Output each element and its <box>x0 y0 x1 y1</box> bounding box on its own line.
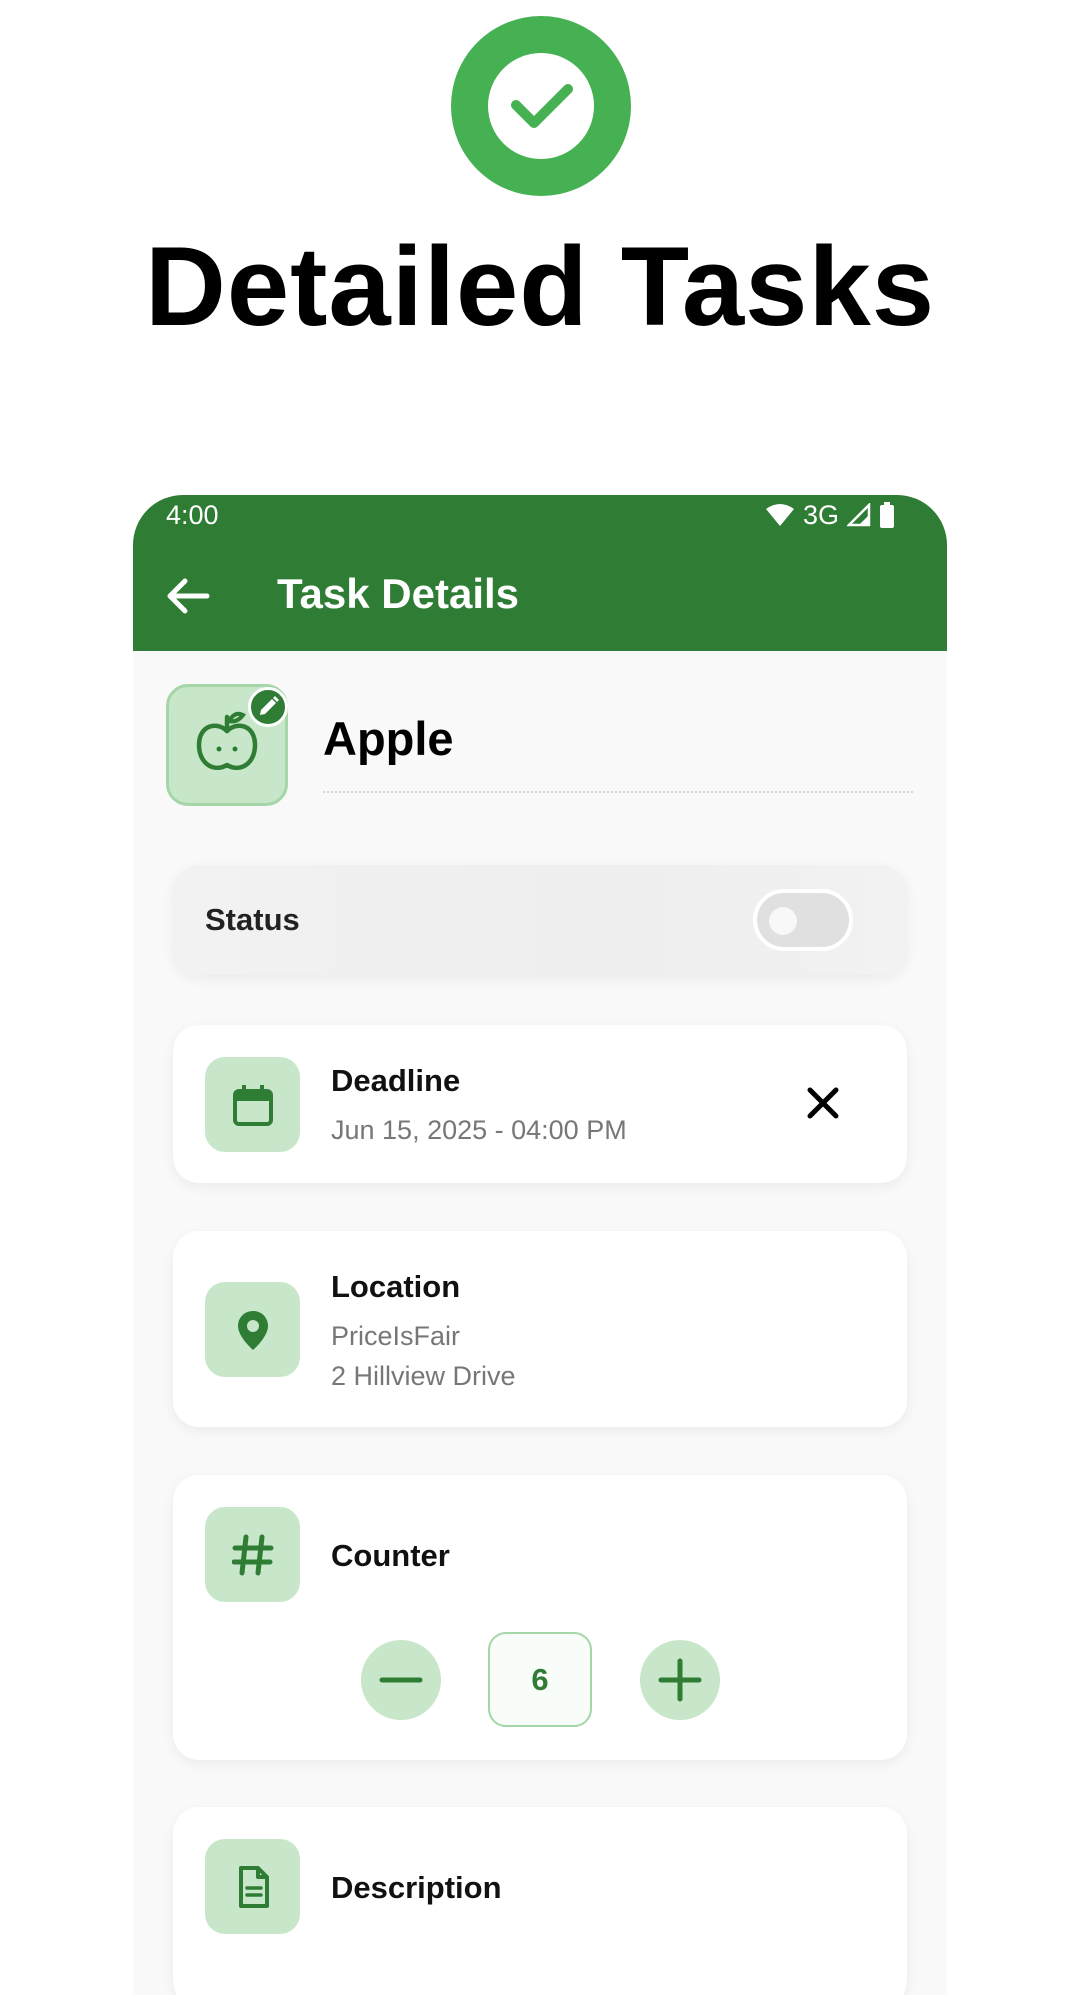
battery-icon <box>880 502 894 528</box>
description-card[interactable]: Description <box>173 1807 907 1995</box>
counter-card: Counter 6 <box>173 1475 907 1760</box>
location-title: Location <box>331 1269 461 1304</box>
page-title: Task Details <box>277 570 520 617</box>
increment-button[interactable] <box>640 1640 720 1720</box>
status-time: 4:00 <box>166 500 219 530</box>
close-icon <box>807 1087 839 1119</box>
counter-title: Counter <box>331 1538 450 1573</box>
clear-deadline-button[interactable] <box>803 1083 843 1123</box>
promo-title: Detailed Tasks <box>144 224 936 349</box>
decrement-button[interactable] <box>361 1640 441 1720</box>
location-pin-icon <box>205 1282 300 1377</box>
plus-icon <box>658 1658 702 1702</box>
app-bar: 4:00 3G Task Details <box>133 495 947 651</box>
task-name-underline <box>323 791 913 793</box>
location-address: 2 Hillview Drive <box>331 1361 516 1391</box>
hash-icon <box>205 1507 300 1602</box>
back-button[interactable] <box>163 571 213 621</box>
pencil-icon <box>260 696 279 715</box>
status-card: Status <box>173 865 907 975</box>
calendar-icon <box>205 1057 300 1152</box>
deadline-value: Jun 15, 2025 - 04:00 PM <box>331 1115 627 1145</box>
status-icons: 3G <box>765 499 895 531</box>
network-type: 3G <box>802 499 839 530</box>
deadline-title: Deadline <box>331 1063 461 1098</box>
arrow-back-icon <box>167 578 210 614</box>
phone-screen: 4:00 3G Task Details Apple Status Deadli… <box>133 495 947 1995</box>
status-toggle[interactable] <box>753 889 853 951</box>
status-label: Status <box>205 902 300 937</box>
check-circle-icon <box>451 16 631 196</box>
location-place: PriceIsFair <box>331 1321 461 1351</box>
location-card[interactable]: Location PriceIsFair 2 Hillview Drive <box>173 1231 907 1427</box>
deadline-card[interactable]: Deadline Jun 15, 2025 - 04:00 PM <box>173 1025 907 1183</box>
counter-value[interactable]: 6 <box>488 1632 592 1727</box>
edit-icon-badge[interactable] <box>248 687 288 727</box>
signal-icon <box>847 503 871 527</box>
toggle-knob <box>769 907 797 935</box>
wifi-icon <box>765 504 794 526</box>
task-name[interactable]: Apple <box>323 711 454 766</box>
minus-icon <box>379 1677 423 1683</box>
description-title: Description <box>331 1870 502 1905</box>
